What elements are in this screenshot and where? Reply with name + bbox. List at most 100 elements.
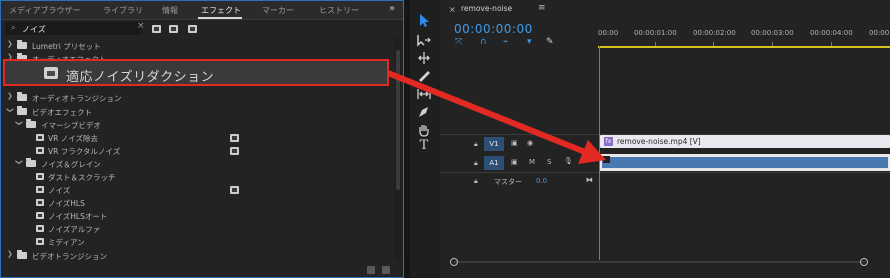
search-input[interactable]: ⌕ ノイズ [5,22,141,35]
clip-label: remove-noise.mp4 [V] [617,137,701,146]
lock-icon[interactable]: 🔒︎ [474,159,478,168]
lock-icon[interactable]: 🔒︎ [474,177,478,186]
panel-menu-icon[interactable]: ≡ [538,3,546,13]
mute-button[interactable]: M [529,158,535,166]
sync-lock-icon[interactable]: ▣ [511,139,518,147]
search-bar: ⌕ ノイズ × [1,21,403,37]
delete-icon[interactable] [382,266,390,274]
tree-effect-noise-hls[interactable]: ノイズHLS [1,196,393,209]
chevron-down-icon[interactable]: ❯ [6,107,14,113]
scroll-handle-right[interactable] [860,258,868,266]
effect-icon [44,67,58,79]
tab-media-browser[interactable]: メディアブラウザー [9,5,80,16]
effect-icon [36,147,44,154]
chevron-down-icon[interactable]: ❯ [15,159,23,165]
linked-selection-icon[interactable]: ⌁ [503,37,508,47]
track-divider [440,172,890,173]
tree-effect-noise-hls-auto[interactable]: ノイズHLSオート [1,209,393,222]
scroll-handle-left[interactable] [450,258,458,266]
snap-icon[interactable]: ∩ [480,37,487,47]
slip-tool-icon[interactable] [416,86,432,102]
tree-label: イマーシブビデオ [41,121,101,130]
tree-label: ノイズHLS [48,199,85,208]
playhead-line[interactable] [599,46,600,260]
more-tabs-icon[interactable]: » [389,3,395,14]
timeline-zoom-scrollbar[interactable] [450,258,870,266]
effect-icon [36,173,44,180]
chevron-right-icon[interactable]: ❯ [7,40,13,48]
tree-folder-video-transitions[interactable]: ❯ ビデオトランジション [1,249,393,262]
tab-info[interactable]: 情報 [162,5,178,16]
tree-folder-noise-grain[interactable]: ❯ ノイズ＆グレイン [1,157,393,170]
tree-effect-vr-fractal-noise[interactable]: VR フラクタルノイズ [1,144,393,157]
new-bin-icon[interactable] [367,266,375,274]
tree-effect-noise-alpha[interactable]: ノイズアルファ [1,222,393,235]
tab-markers[interactable]: マーカー [262,5,294,16]
tree-effect-vr-denoise[interactable]: VR ノイズ除去 [1,131,393,144]
close-icon[interactable]: × [449,5,456,14]
razor-tool-icon[interactable] [416,68,432,84]
sequence-tab[interactable]: remove-noise [461,4,512,13]
chevron-right-icon[interactable]: ❯ [7,250,13,258]
add-marker-icon[interactable]: ▾ [527,37,532,47]
tree-folder-audio-transitions[interactable]: ❯ オーディオトランジション [1,91,393,104]
master-volume-value[interactable]: 0.0 [536,177,547,185]
tree-effect-dust-scratches[interactable]: ダスト＆スクラッチ [1,170,393,183]
tree-label: Lumetri プリセット [32,42,101,51]
accelerated-effects-icon[interactable] [152,25,161,33]
clear-search-icon[interactable]: × [137,21,145,31]
ruler-label: 00:00:05:00 [869,29,890,37]
track-header-master: 🔒︎ マスター 0.0 ⧓ [440,174,890,188]
selection-tool-icon[interactable] [416,12,432,28]
accelerated-effects-icon [230,134,239,142]
pen-tool-icon[interactable] [416,104,432,120]
tab-effects[interactable]: エフェクト [201,5,241,16]
tree-effect-noise[interactable]: ノイズ [1,183,393,196]
microphone-icon[interactable]: 🎙︎ [564,157,573,165]
audio-clip[interactable] [600,154,890,171]
tree-label: ミディアン [48,238,85,247]
tab-history[interactable]: ヒストリー [319,5,359,16]
ruler-label: 00:00:04:00 [810,29,853,37]
chevron-right-icon[interactable]: ❯ [7,92,13,100]
tab-libraries[interactable]: ライブラリ [103,5,143,16]
32bit-color-icon[interactable] [169,25,178,33]
sync-lock-icon[interactable]: ▣ [511,158,518,166]
search-icon: ⌕ [11,23,16,32]
track-target-v1[interactable]: V1 [484,137,504,151]
chevron-down-icon[interactable]: ❯ [15,120,23,126]
panel-footer [1,263,403,277]
nest-sequence-icon[interactable]: ⤧ [455,37,462,47]
video-clip[interactable]: fx remove-noise.mp4 [V] [600,135,890,148]
folder-icon [26,158,36,167]
work-area-bar[interactable] [598,46,890,48]
effect-icon [36,238,44,245]
timeline-panel: × remove-noise ≡ 00:00:00:00 ⤧ ∩ ⌁ ▾ ✎ 0… [440,0,890,278]
lock-icon[interactable]: 🔒︎ [474,140,478,149]
scrollbar-thumb[interactable] [396,50,400,190]
playhead-timecode[interactable]: 00:00:00:00 [454,22,533,36]
ruler-label: 00:00:01:00 [634,29,677,37]
track-select-tool-icon[interactable] [416,32,432,48]
tree-folder-immersive-video[interactable]: ❯ イマーシブビデオ [1,118,393,131]
timeline-settings-icon[interactable]: ✎ [546,37,554,47]
fx-badge [603,156,610,163]
highlighted-effect-adaptive-noise-reduction[interactable]: 適応ノイズリダクション [3,59,389,86]
tree-effect-median[interactable]: ミディアン [1,235,393,248]
tree-label: VR ノイズ除去 [48,134,99,143]
accelerated-effects-icon [230,186,239,194]
timeline-tab: × remove-noise ≡ [440,0,890,18]
hand-tool-icon[interactable] [416,122,432,138]
ripple-edit-tool-icon[interactable] [416,50,432,66]
yuv-icon[interactable] [188,25,197,33]
scrollbar-track[interactable] [454,261,866,263]
type-tool-icon[interactable]: T [416,138,432,154]
go-to-end-icon[interactable]: ⧓ [586,176,593,184]
tree-label: ノイズ＆グレイン [41,160,101,169]
solo-button[interactable]: S [547,158,551,166]
tree-folder-video-effects[interactable]: ❯ ビデオエフェクト [1,105,393,118]
eye-icon[interactable]: ◉ [527,139,533,147]
effects-scrollbar[interactable] [395,38,401,262]
track-target-a1[interactable]: A1 [484,156,504,170]
tree-folder-lumetri-presets[interactable]: ❯ Lumetri プリセット [1,39,393,52]
